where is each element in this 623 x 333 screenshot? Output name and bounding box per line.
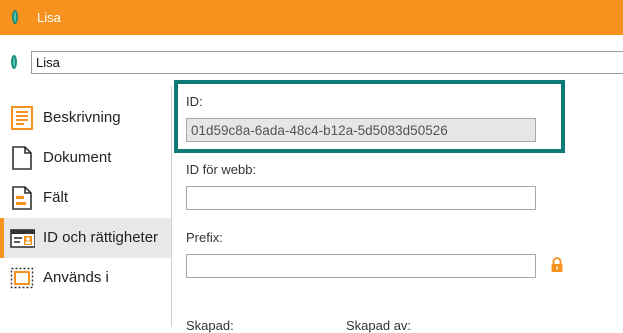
sidebar-item-falt[interactable]: Fält — [0, 178, 171, 218]
sidebar-item-label: Beskrivning — [43, 109, 121, 126]
sidebar-item-label: ID och rättigheter — [43, 229, 159, 246]
sidebar-item-beskrivning[interactable]: Beskrivning — [0, 98, 171, 138]
title-bar: Lisa — [0, 0, 623, 35]
lock-icon[interactable] — [550, 257, 564, 273]
id-highlight-box — [174, 80, 565, 153]
description-icon — [11, 106, 33, 130]
sidebar: Beskrivning Dokument Fält ID och rättigh… — [0, 86, 171, 327]
person-icon — [12, 10, 18, 24]
created-label: Skapad: — [186, 318, 234, 333]
sidebar-item-label: Används i — [43, 269, 109, 286]
prefix-label: Prefix: — [186, 230, 223, 245]
person-icon — [11, 55, 17, 69]
used-in-icon — [10, 267, 34, 289]
web-id-label: ID för webb: — [186, 162, 257, 177]
sidebar-item-id-och-rattigheter[interactable]: ID och rättigheter — [0, 218, 171, 258]
document-icon — [12, 146, 32, 170]
created-by-label: Skapad av: — [346, 318, 412, 333]
sidebar-item-anvands-i[interactable]: Används i — [0, 258, 171, 298]
sidebar-item-label: Dokument — [43, 149, 112, 166]
prefix-field[interactable] — [186, 254, 536, 278]
web-id-field[interactable] — [186, 186, 536, 210]
fields-icon — [12, 186, 32, 210]
sidebar-item-label: Fält — [43, 189, 69, 206]
window-title: Lisa — [37, 10, 61, 25]
id-card-icon — [10, 229, 35, 248]
name-input[interactable] — [31, 51, 623, 74]
sidebar-item-dokument[interactable]: Dokument — [0, 138, 171, 178]
sidebar-divider — [171, 86, 172, 327]
